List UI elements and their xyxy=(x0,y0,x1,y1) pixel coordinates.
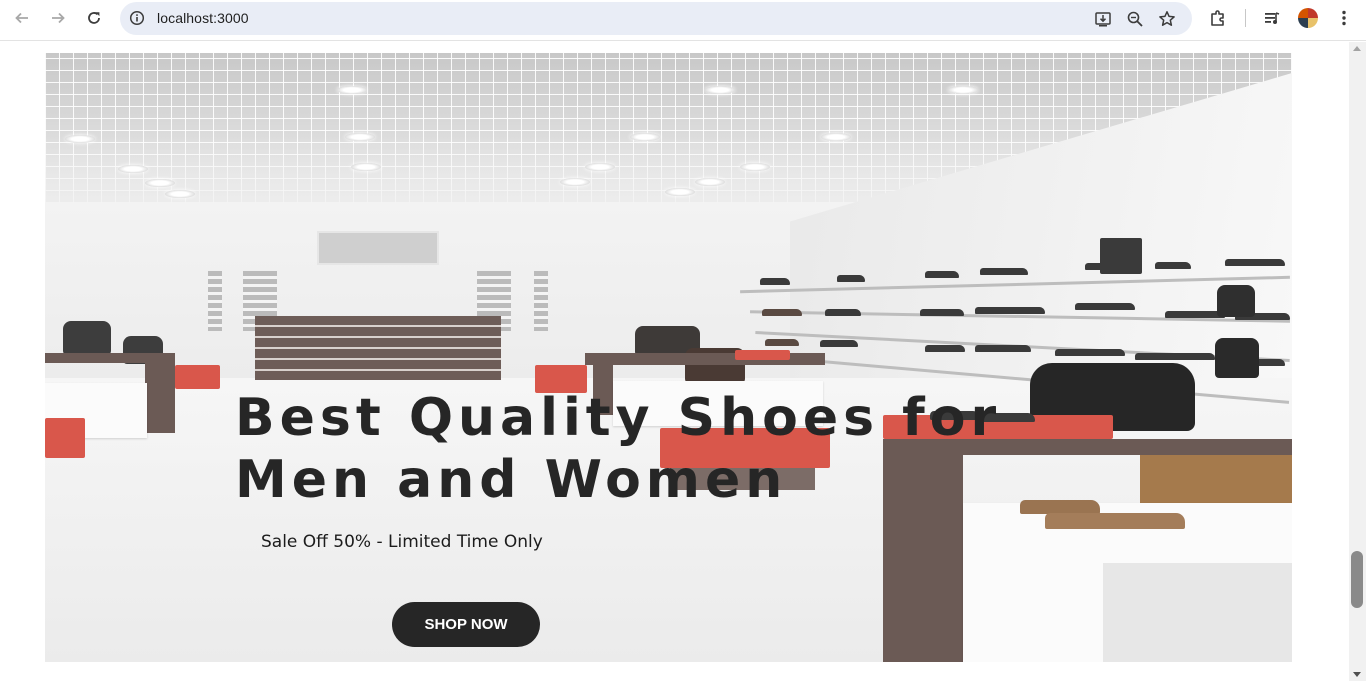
toolbar-separator xyxy=(1245,9,1246,27)
arrow-left-icon xyxy=(15,12,28,24)
browser-menu-button[interactable] xyxy=(1330,5,1358,31)
bookmark-button[interactable] xyxy=(1155,7,1179,31)
profile-avatar[interactable] xyxy=(1298,8,1318,28)
address-bar[interactable]: localhost:3000 xyxy=(120,2,1192,35)
arrow-right-icon xyxy=(52,12,65,24)
page-scrollbar[interactable] xyxy=(1349,42,1366,681)
back-button[interactable] xyxy=(7,5,37,31)
hero-subtitle: Sale Off 50% - Limited Time Only xyxy=(261,532,543,552)
install-app-icon xyxy=(1095,12,1111,27)
hero-banner: Best Quality Shoes for Men and Women Sal… xyxy=(45,53,1292,662)
hero-title-line-1: Best Quality Shoes for xyxy=(235,388,1002,448)
site-info-button[interactable] xyxy=(128,9,146,27)
store-counter xyxy=(255,316,501,380)
reload-button[interactable] xyxy=(79,5,109,31)
puzzle-icon xyxy=(1211,10,1224,26)
zoom-button[interactable] xyxy=(1123,7,1147,31)
scrollbar-thumb[interactable] xyxy=(1351,551,1363,608)
hero-title-line-2: Men and Women xyxy=(235,450,788,510)
zoom-icon xyxy=(1127,11,1143,27)
info-icon xyxy=(129,10,145,26)
url-text[interactable]: localhost:3000 xyxy=(157,10,249,26)
kebab-menu-icon xyxy=(1342,10,1346,26)
forward-button[interactable] xyxy=(43,5,73,31)
page-viewport: Best Quality Shoes for Men and Women Sal… xyxy=(0,42,1349,681)
install-app-button[interactable] xyxy=(1091,7,1115,31)
extensions-button[interactable] xyxy=(1204,5,1232,31)
shop-now-button[interactable]: SHOP NOW xyxy=(392,602,540,647)
reload-icon xyxy=(88,12,100,24)
scroll-up-arrow-icon[interactable] xyxy=(1353,46,1361,51)
star-icon xyxy=(1159,11,1175,26)
browser-toolbar: localhost:3000 xyxy=(0,0,1366,41)
scroll-down-arrow-icon[interactable] xyxy=(1353,672,1361,677)
hero-title: Best Quality Shoes for Men and Women xyxy=(235,387,1001,511)
media-controls-button[interactable] xyxy=(1258,5,1286,31)
media-controls-icon xyxy=(1265,12,1280,24)
